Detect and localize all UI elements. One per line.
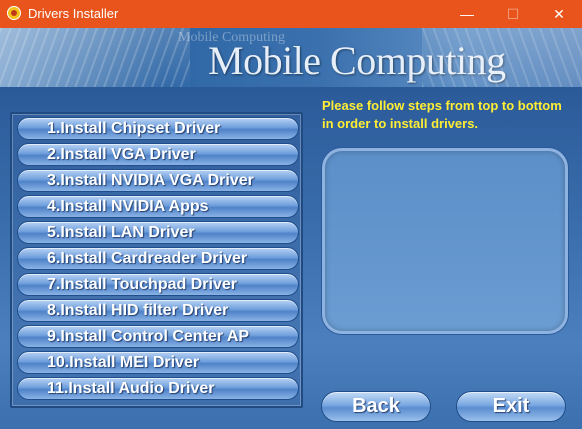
install-vga-driver-button[interactable]: 2.Install VGA Driver	[17, 143, 299, 166]
install-mei-driver-button[interactable]: 10.Install MEI Driver	[17, 351, 299, 374]
install-control-center-ap-button[interactable]: 9.Install Control Center AP	[17, 325, 299, 348]
app-icon	[7, 6, 21, 20]
install-nvidia-vga-driver-button[interactable]: 3.Install NVIDIA VGA Driver	[17, 169, 299, 192]
banner-title: Mobile Computing	[208, 38, 506, 83]
install-cardreader-driver-button[interactable]: 6.Install Cardreader Driver	[17, 247, 299, 270]
install-touchpad-driver-button[interactable]: 7.Install Touchpad Driver	[17, 273, 299, 296]
install-hid-filter-driver-button[interactable]: 8.Install HID filter Driver	[17, 299, 299, 322]
window-title: Drivers Installer	[28, 6, 119, 21]
install-audio-driver-button[interactable]: 11.Install Audio Driver	[17, 377, 299, 400]
info-display-box	[322, 148, 568, 334]
install-nvidia-apps-button[interactable]: 4.Install NVIDIA Apps	[17, 195, 299, 218]
install-chipset-driver-button[interactable]: 1.Install Chipset Driver	[17, 117, 299, 140]
close-button[interactable]: ✕	[536, 0, 582, 28]
header-banner: Mobile Computing Mobile Computing	[0, 28, 582, 87]
maximize-button: ☐	[506, 5, 520, 22]
back-button[interactable]: Back	[321, 391, 431, 422]
instruction-text: Please follow steps from top to bottom i…	[322, 98, 562, 131]
title-bar: Drivers Installer — ☐ ✕	[0, 0, 582, 28]
exit-button[interactable]: Exit	[456, 391, 566, 422]
minimize-button[interactable]: —	[444, 0, 490, 28]
install-lan-driver-button[interactable]: 5.Install LAN Driver	[17, 221, 299, 244]
